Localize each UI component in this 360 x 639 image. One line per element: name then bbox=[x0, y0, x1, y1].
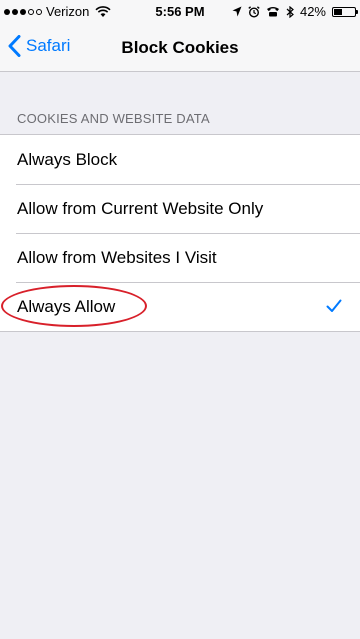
battery-level bbox=[334, 8, 343, 15]
phone-icon bbox=[266, 6, 280, 17]
option-label: Allow from Websites I Visit bbox=[17, 247, 217, 267]
bluetooth-icon bbox=[286, 5, 294, 18]
alarm-icon bbox=[248, 5, 260, 18]
section-header: COOKIES AND WEBSITE DATA bbox=[17, 111, 210, 126]
cookie-options-list: Always Block Allow from Current Website … bbox=[0, 134, 360, 332]
location-arrow-icon bbox=[232, 6, 242, 17]
status-right: 42% bbox=[232, 4, 358, 19]
battery-icon bbox=[332, 6, 358, 17]
option-always-block[interactable]: Always Block bbox=[0, 135, 360, 184]
option-always-allow[interactable]: Always Allow bbox=[0, 282, 360, 331]
checkmark-icon bbox=[326, 299, 342, 312]
option-allow-websites-i-visit[interactable]: Allow from Websites I Visit bbox=[0, 233, 360, 282]
option-label: Always Allow bbox=[17, 296, 116, 316]
option-allow-current-website-only[interactable]: Allow from Current Website Only bbox=[0, 184, 360, 233]
option-label: Always Block bbox=[17, 149, 118, 169]
status-bar: Verizon 5:56 PM 42% bbox=[0, 0, 360, 24]
navigation-bar: Safari Block Cookies bbox=[0, 24, 360, 72]
option-label: Allow from Current Website Only bbox=[17, 198, 264, 218]
battery-percentage: 42% bbox=[299, 4, 326, 19]
page-title: Block Cookies bbox=[121, 38, 239, 57]
